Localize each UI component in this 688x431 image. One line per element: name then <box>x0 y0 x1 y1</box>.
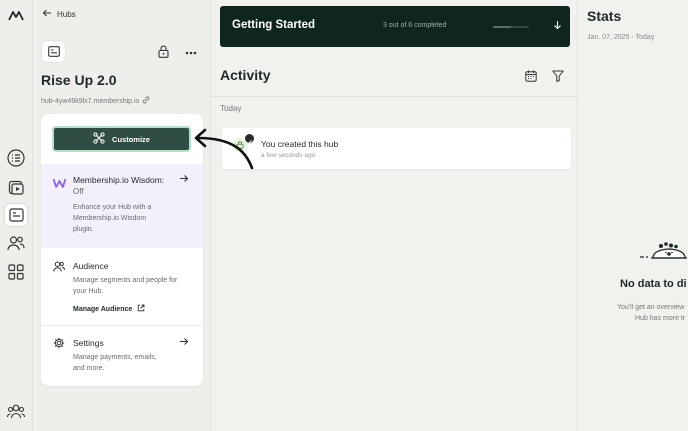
wisdom-desc-line: Enhance your Hub with a <box>73 204 152 211</box>
stats-date-range[interactable]: Jan. 07, 2025 - Today <box>587 34 654 41</box>
settings-gear-icon <box>53 336 65 354</box>
activity-group-label: Today <box>220 104 242 113</box>
getting-started-progress-bar <box>493 26 529 28</box>
settings-title: Settings <box>73 338 104 348</box>
audience-desc-line: your Hub. <box>73 288 104 295</box>
activity-title: Activity <box>220 67 271 83</box>
back-to-hubs-link[interactable]: Hubs <box>42 9 76 19</box>
copy-link-icon[interactable] <box>142 96 150 106</box>
empty-state-title: No data to di <box>620 278 687 290</box>
wisdom-title: Membership.io Wisdom: <box>73 175 165 185</box>
external-link-icon <box>137 304 145 314</box>
progress-fill <box>493 26 511 28</box>
getting-started-progress-text: 3 out of 6 completed <box>383 22 447 29</box>
lock-icon[interactable] <box>158 45 169 63</box>
empty-dog-bowl-icon <box>639 238 688 267</box>
wisdom-desc-line: plugin. <box>73 226 94 233</box>
audience-description: Manage segments and people for your Hub. <box>73 275 177 297</box>
settings-description: Manage payments, emails, and more. <box>73 352 157 374</box>
manage-audience-link[interactable]: Manage Audience <box>73 304 145 314</box>
wisdom-arrow-right-icon[interactable] <box>179 174 189 186</box>
hub-slug: hub-4yw49k9lx7.membership.io <box>41 97 140 105</box>
hub-menu-card: Customize Membership.io Wisdom: Off Enha… <box>41 114 203 386</box>
hub-avatar-icon <box>41 40 66 63</box>
stats-title: Stats <box>587 8 622 24</box>
getting-started-title: Getting Started <box>232 19 316 31</box>
people-icon[interactable] <box>5 232 27 254</box>
edit-badge-icon <box>244 133 255 146</box>
activity-item-title: You created this hub <box>261 139 339 149</box>
wisdom-logo-icon <box>52 175 67 193</box>
settings-desc-line: and more. <box>73 365 105 372</box>
customize-button[interactable]: Customize <box>52 126 191 152</box>
empty-desc-line: Hub has more tr <box>635 315 686 322</box>
audience-desc-line: Manage segments and people for <box>73 277 178 284</box>
audience-icon <box>53 259 65 277</box>
empty-state-description: You'll get an overview Hub has more tr <box>617 302 685 324</box>
checklist-icon[interactable] <box>5 147 27 169</box>
filter-icon[interactable] <box>552 69 564 87</box>
empty-desc-line: You'll get an overview <box>617 304 685 311</box>
media-icon[interactable] <box>5 176 27 198</box>
hub-name: Rise Up 2.0 <box>41 72 117 88</box>
hub-icon[interactable] <box>5 204 27 226</box>
customize-icon <box>93 132 105 146</box>
hub-panel: Hubs Rise Up 2.0 hub-4yw49k9lx7.membersh… <box>33 0 211 431</box>
apps-icon[interactable] <box>5 261 27 283</box>
chevron-down-icon[interactable] <box>553 20 562 33</box>
stats-panel: Stats Jan. 07, 2025 - Today No data to d… <box>579 0 688 431</box>
wisdom-section[interactable]: Membership.io Wisdom: Off Enhance your H… <box>41 164 203 248</box>
settings-arrow-right-icon[interactable] <box>179 337 189 349</box>
community-icon[interactable] <box>5 400 27 422</box>
getting-started-banner[interactable]: Getting Started 3 out of 6 completed <box>220 6 570 47</box>
arrow-left-icon <box>42 9 52 19</box>
customize-label: Customize <box>112 134 150 144</box>
wisdom-status: Off <box>73 187 84 196</box>
logo-icon[interactable] <box>5 4 27 26</box>
manage-audience-label: Manage Audience <box>73 305 133 313</box>
activity-panel: Getting Started 3 out of 6 completed Act… <box>211 0 578 431</box>
audience-title: Audience <box>73 261 109 271</box>
activity-item[interactable]: You created this hub a few seconds ago <box>222 128 571 169</box>
left-rail <box>0 0 33 431</box>
wisdom-description: Enhance your Hub with a Membership.io Wi… <box>73 202 151 235</box>
activity-item-time: a few seconds ago <box>261 152 316 159</box>
more-options-icon[interactable] <box>185 46 197 56</box>
settings-desc-line: Manage payments, emails, <box>73 354 157 361</box>
section-divider <box>41 325 203 326</box>
wisdom-desc-line: Membership.io Wisdom <box>73 215 147 222</box>
hub-url: hub-4yw49k9lx7.membership.io <box>41 96 150 106</box>
activity-divider <box>211 96 578 97</box>
calendar-icon[interactable] <box>525 69 537 87</box>
back-label: Hubs <box>57 9 76 19</box>
